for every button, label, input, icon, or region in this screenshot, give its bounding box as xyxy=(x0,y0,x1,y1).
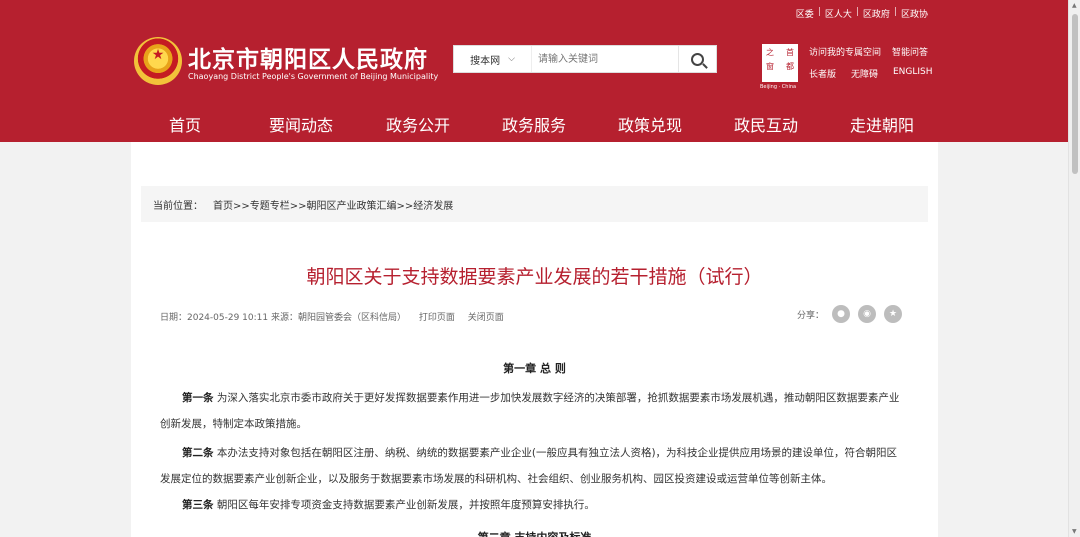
search-scope-label: 搜本网 xyxy=(470,55,501,67)
article-title: 朝阳区关于支持数据要素产业发展的若干措施（试行） xyxy=(306,266,763,288)
nav-gov-affairs-open[interactable]: 政务公开 xyxy=(386,112,450,136)
article-source: 来源：朝阳园管委会（区科信局） xyxy=(270,313,406,323)
top-link-district-cppcc[interactable]: 区政协 xyxy=(901,7,928,20)
smart-qa-link[interactable]: 智能问答 xyxy=(892,45,928,58)
top-link-district-committee[interactable]: 区委 xyxy=(796,7,814,20)
article-clause-lead: 第二条 xyxy=(182,447,214,459)
national-emblem-icon: ★ xyxy=(134,37,182,85)
site-title[interactable]: 北京市朝阳区人民政府 xyxy=(188,40,428,74)
search-box: 搜本网 ⌵ xyxy=(453,45,717,73)
breadcrumb-path[interactable]: 首页>>专题专栏>>朝阳区产业政策汇编>>经济发展 xyxy=(213,197,453,212)
scroll-down-arrow-icon[interactable]: ▼ xyxy=(1072,528,1077,535)
share-label: 分享： xyxy=(796,310,824,321)
main-nav: 首页 要闻动态 政务公开 政务服务 政策兑现 政民互动 走进朝阳 xyxy=(0,103,1068,142)
print-page-link[interactable]: 打印页面 xyxy=(419,313,455,323)
article-clause-text: 朝阳区每年安排专项资金支持数据要素产业创新发展，并按照年度预算安排执行。 xyxy=(216,499,595,511)
nav-gov-services[interactable]: 政务服务 xyxy=(502,112,566,136)
article-clause-text: 为深入落实北京市委市政府关于更好发挥数据要素作用进一步加快发展数字经济的决策部署… xyxy=(160,392,900,430)
article-paragraph: 第三条 朝阳区每年安排专项资金支持数据要素产业创新发展，并按照年度预算安排执行。 xyxy=(160,492,905,518)
page-scrollbar[interactable]: ▲ ▼ xyxy=(1068,0,1080,537)
nav-news[interactable]: 要闻动态 xyxy=(269,112,333,136)
share-bar: 分享： ● ◉ ★ xyxy=(797,305,902,323)
article-clause-lead: 第三条 xyxy=(182,499,214,511)
search-button[interactable] xyxy=(678,46,716,72)
article-container: 当前位置： 首页>>专题专栏>>朝阳区产业政策汇编>>经济发展 朝阳区关于支持数… xyxy=(131,142,938,537)
article-meta: 日期：2024-05-29 10:11 来源：朝阳园管委会（区科信局） 打印页面… xyxy=(160,310,514,323)
nav-policy-cash[interactable]: 政策兑现 xyxy=(618,112,682,136)
search-input[interactable] xyxy=(532,46,678,72)
nav-interaction[interactable]: 政民互动 xyxy=(734,112,798,136)
capital-window-logo[interactable]: 之 首 窗 都 xyxy=(762,44,798,82)
accessibility-link[interactable]: 无障碍 xyxy=(851,67,878,80)
wechat-icon[interactable]: ● xyxy=(832,305,850,323)
english-link[interactable]: ENGLISH xyxy=(893,67,933,77)
chapter-heading: 第一章 总 则 xyxy=(503,362,566,375)
site-header: 区委 | 区人大 | 区政府 | 区政协 ★ 北京市朝阳区人民政府 Chaoyang … xyxy=(0,0,1068,142)
my-space-link[interactable]: 访问我的专属空间 xyxy=(809,45,881,58)
breadcrumb-label: 当前位置： xyxy=(153,200,203,212)
top-link-district-congress[interactable]: 区人大 xyxy=(825,7,852,20)
scrollbar-thumb[interactable] xyxy=(1072,14,1078,174)
breadcrumb: 当前位置： 首页>>专题专栏>>朝阳区产业政策汇编>>经济发展 xyxy=(141,186,928,222)
chapter-heading: 第二章 支持内容及标准 xyxy=(131,529,938,537)
nav-about-chaoyang[interactable]: 走进朝阳 xyxy=(850,112,914,136)
scroll-up-arrow-icon[interactable]: ▲ xyxy=(1072,2,1077,9)
article-clause-text: 本办法支持对象包括在朝阳区注册、纳税、纳统的数据要素产业企业(一般应具有独立法人… xyxy=(160,447,898,485)
chevron-down-icon: ⌵ xyxy=(508,54,515,64)
weibo-icon[interactable]: ◉ xyxy=(858,305,876,323)
article-paragraph: 第一条 为深入落实北京市委市政府关于更好发挥数据要素作用进一步加快发展数字经济的… xyxy=(160,385,905,437)
article-paragraph: 第二条 本办法支持对象包括在朝阳区注册、纳税、纳统的数据要素产业企业(一般应具有… xyxy=(160,440,905,492)
capital-logo-caption: Beijing · China xyxy=(760,84,797,90)
nav-home[interactable]: 首页 xyxy=(169,112,201,136)
site-subtitle: Chaoyang District People's Government of… xyxy=(188,72,439,81)
close-page-link[interactable]: 关闭页面 xyxy=(468,313,504,323)
search-icon xyxy=(691,52,704,66)
article-clause-lead: 第一条 xyxy=(182,392,214,404)
article-date: 日期：2024-05-29 10:11 xyxy=(160,313,269,323)
favorite-star-icon[interactable]: ★ xyxy=(884,305,902,323)
top-links: 区委 | 区人大 | 区政府 | 区政协 xyxy=(795,7,928,20)
top-link-district-government[interactable]: 区政府 xyxy=(863,7,890,20)
elderly-version-link[interactable]: 长者版 xyxy=(809,67,836,80)
search-scope-dropdown[interactable]: 搜本网 ⌵ xyxy=(454,46,532,72)
